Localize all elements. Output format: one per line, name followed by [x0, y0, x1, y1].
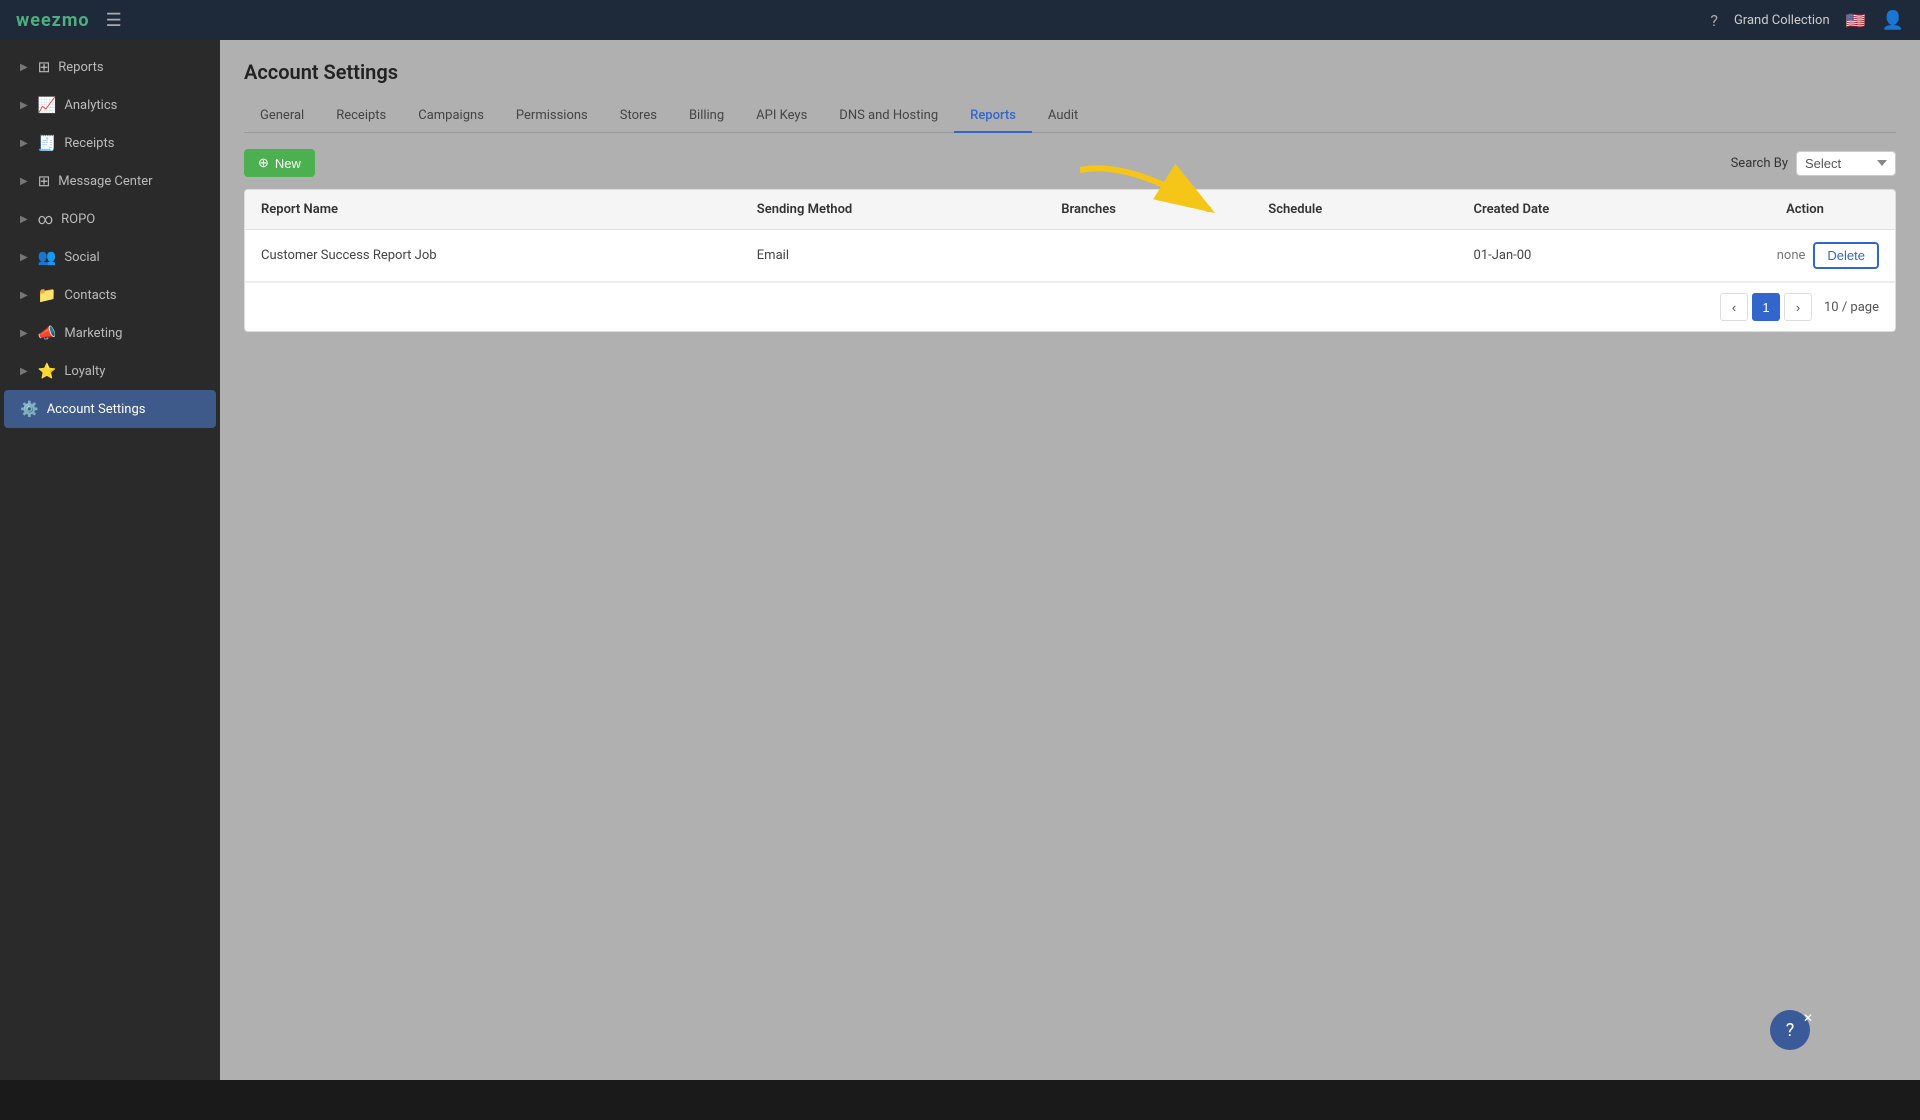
expand-arrow: ▶ — [20, 252, 28, 263]
sidebar-item-analytics[interactable]: ▶ 📈 Analytics — [4, 86, 216, 124]
user-icon[interactable]: 👤 — [1882, 10, 1904, 31]
social-icon: 👥 — [38, 248, 57, 266]
reports-table: Report Name Sending Method Branches Sche… — [244, 189, 1896, 332]
sidebar-item-label: Marketing — [64, 326, 122, 341]
search-select[interactable]: Select — [1796, 151, 1896, 176]
cell-report-name: Customer Success Report Job — [245, 230, 741, 282]
cell-action: none Delete — [1715, 230, 1895, 282]
logo: weezmo — [16, 10, 90, 31]
sidebar-item-marketing[interactable]: ▶ 📣 Marketing — [4, 314, 216, 352]
loyalty-icon: ⭐ — [38, 362, 57, 380]
sidebar-item-label: Account Settings — [47, 402, 146, 417]
per-page-selector[interactable]: 10 / page — [1824, 300, 1879, 315]
sidebar: ▶ ⊞ Reports ▶ 📈 Analytics ▶ 🧾 Receipts ▶… — [0, 40, 220, 1080]
reports-icon: ⊞ — [38, 58, 51, 76]
table-body: Customer Success Report Job Email 01-Jan… — [245, 230, 1895, 282]
sidebar-item-receipts[interactable]: ▶ 🧾 Receipts — [4, 124, 216, 162]
tabs: General Receipts Campaigns Permissions S… — [244, 100, 1896, 133]
tab-reports[interactable]: Reports — [954, 100, 1032, 133]
hamburger-icon[interactable]: ☰ — [106, 10, 122, 31]
sidebar-item-contacts[interactable]: ▶ 📁 Contacts — [4, 276, 216, 314]
sidebar-item-label: Reports — [58, 60, 103, 75]
tab-stores[interactable]: Stores — [604, 100, 673, 133]
expand-arrow: ▶ — [20, 138, 28, 149]
expand-arrow: ▶ — [20, 62, 28, 73]
tab-receipts[interactable]: Receipts — [320, 100, 402, 133]
table-row: Customer Success Report Job Email 01-Jan… — [245, 230, 1895, 282]
receipts-icon: 🧾 — [38, 134, 57, 152]
page-title: Account Settings — [244, 60, 1896, 84]
message-center-icon: ⊞ — [38, 172, 51, 190]
tab-api-keys[interactable]: API Keys — [740, 100, 823, 133]
col-created-date: Created Date — [1458, 190, 1715, 230]
action-none-text: none — [1777, 248, 1806, 263]
sidebar-item-label: Receipts — [64, 136, 114, 151]
flag-icon: 🇺🇸 — [1846, 11, 1866, 30]
expand-arrow: ▶ — [20, 366, 28, 377]
tab-audit[interactable]: Audit — [1032, 100, 1094, 133]
sidebar-item-label: Social — [64, 250, 99, 265]
sidebar-item-account-settings[interactable]: ⚙️ Account Settings — [4, 390, 216, 428]
tab-dns-hosting[interactable]: DNS and Hosting — [823, 100, 954, 133]
cell-sending-method: Email — [741, 230, 1045, 282]
sidebar-item-label: Analytics — [64, 98, 117, 113]
action-cell: none Delete — [1731, 242, 1879, 269]
expand-arrow: ▶ — [20, 328, 28, 339]
help-fab-close-button[interactable]: ✕ — [1803, 1011, 1813, 1025]
expand-arrow: ▶ — [20, 176, 28, 187]
tab-campaigns[interactable]: Campaigns — [402, 100, 500, 133]
toolbar: ⊕ New Search By Select — [244, 149, 1896, 177]
account-settings-icon: ⚙️ — [20, 400, 39, 418]
pagination: ‹ 1 › 10 / page — [245, 282, 1895, 331]
sidebar-item-label: ROPO — [61, 212, 95, 227]
tab-permissions[interactable]: Permissions — [500, 100, 604, 133]
tab-billing[interactable]: Billing — [673, 100, 740, 133]
delete-button[interactable]: Delete — [1813, 242, 1879, 269]
sidebar-item-ropo[interactable]: ▶ ∞ ROPO — [4, 200, 216, 238]
plus-icon: ⊕ — [258, 155, 269, 171]
help-icon[interactable]: ? — [1710, 11, 1718, 30]
sidebar-item-reports[interactable]: ▶ ⊞ Reports — [4, 48, 216, 86]
search-by-container: Search By Select — [1731, 151, 1896, 176]
sidebar-item-message-center[interactable]: ▶ ⊞ Message Center — [4, 162, 216, 200]
col-schedule: Schedule — [1252, 190, 1457, 230]
expand-arrow: ▶ — [20, 290, 28, 301]
topnav-right: ? Grand Collection 🇺🇸 👤 — [1710, 10, 1904, 31]
sidebar-item-label: Loyalty — [64, 364, 105, 379]
topnav: weezmo ☰ ? Grand Collection 🇺🇸 👤 — [0, 0, 1920, 40]
analytics-icon: 📈 — [38, 96, 57, 114]
org-name: Grand Collection — [1734, 13, 1830, 28]
contacts-icon: 📁 — [38, 286, 57, 304]
expand-arrow: ▶ — [20, 100, 28, 111]
table-header: Report Name Sending Method Branches Sche… — [245, 190, 1895, 230]
marketing-icon: 📣 — [38, 324, 57, 342]
tab-general[interactable]: General — [244, 100, 320, 133]
layout: ▶ ⊞ Reports ▶ 📈 Analytics ▶ 🧾 Receipts ▶… — [0, 40, 1920, 1080]
prev-page-button[interactable]: ‹ — [1720, 293, 1748, 321]
sidebar-item-label: Contacts — [64, 288, 116, 303]
main-content: Account Settings General Receipts Campai… — [220, 40, 1920, 1080]
expand-arrow: ▶ — [20, 214, 28, 225]
sidebar-item-loyalty[interactable]: ▶ ⭐ Loyalty — [4, 352, 216, 390]
page-1-button[interactable]: 1 — [1752, 293, 1780, 321]
help-fab-icon: ? — [1786, 1020, 1795, 1041]
col-sending-method: Sending Method — [741, 190, 1045, 230]
cell-schedule — [1252, 230, 1457, 282]
next-page-button[interactable]: › — [1784, 293, 1812, 321]
sidebar-item-label: Message Center — [58, 174, 152, 189]
sidebar-item-social[interactable]: ▶ 👥 Social — [4, 238, 216, 276]
col-branches: Branches — [1045, 190, 1252, 230]
table: Report Name Sending Method Branches Sche… — [245, 190, 1895, 282]
ropo-icon: ∞ — [38, 210, 53, 228]
cell-created-date: 01-Jan-00 — [1458, 230, 1715, 282]
col-action: Action — [1715, 190, 1895, 230]
new-button[interactable]: ⊕ New — [244, 149, 315, 177]
cell-branches — [1045, 230, 1252, 282]
search-by-label: Search By — [1731, 156, 1788, 171]
col-report-name: Report Name — [245, 190, 741, 230]
